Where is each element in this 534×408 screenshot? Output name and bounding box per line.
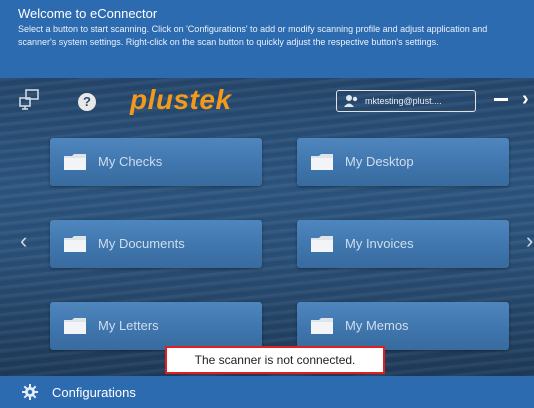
tile-label: My Documents xyxy=(98,236,185,251)
tile-label: My Desktop xyxy=(345,154,414,169)
footer-bar: Configurations xyxy=(0,376,534,408)
tile-label: My Letters xyxy=(98,318,159,333)
folder-icon xyxy=(64,318,86,334)
user-account-box[interactable]: mktesting@plust.... xyxy=(336,90,476,112)
scan-button-my-checks[interactable]: My Checks xyxy=(50,138,262,186)
gear-icon[interactable] xyxy=(22,384,38,400)
scan-button-my-memos[interactable]: My Memos xyxy=(297,302,509,350)
network-icon[interactable] xyxy=(18,88,40,110)
prev-page-arrow[interactable]: ‹ xyxy=(20,228,27,254)
tile-label: My Invoices xyxy=(345,236,414,251)
toolbar: ? plustek mktesting@plust.... › xyxy=(0,78,534,126)
folder-icon xyxy=(311,236,333,252)
scan-button-my-desktop[interactable]: My Desktop xyxy=(297,138,509,186)
folder-icon xyxy=(64,154,86,170)
welcome-title: Welcome to eConnector xyxy=(18,6,158,21)
close-arrow-icon[interactable]: › xyxy=(522,88,529,111)
plustek-logo: plustek xyxy=(130,84,232,115)
folder-icon xyxy=(64,236,86,252)
scanner-status-message: The scanner is not connected. xyxy=(165,346,385,374)
minimize-button[interactable] xyxy=(494,98,508,101)
user-name: mktesting@plust.... xyxy=(365,96,442,106)
scan-button-area: ? plustek mktesting@plust.... › ‹ › My C… xyxy=(0,78,534,376)
help-icon[interactable]: ? xyxy=(78,93,96,111)
tile-label: My Memos xyxy=(345,318,409,333)
folder-icon xyxy=(311,154,333,170)
welcome-description: Select a button to start scanning. Click… xyxy=(18,24,488,47)
scan-button-my-invoices[interactable]: My Invoices xyxy=(297,220,509,268)
welcome-banner: Welcome to eConnector Select a button to… xyxy=(0,0,534,78)
next-page-arrow[interactable]: › xyxy=(526,228,533,254)
tile-label: My Checks xyxy=(98,154,163,169)
user-icon xyxy=(344,95,358,107)
configurations-button[interactable]: Configurations xyxy=(52,385,136,400)
scan-button-my-documents[interactable]: My Documents xyxy=(50,220,262,268)
folder-icon xyxy=(311,318,333,334)
scan-button-my-letters[interactable]: My Letters xyxy=(50,302,262,350)
